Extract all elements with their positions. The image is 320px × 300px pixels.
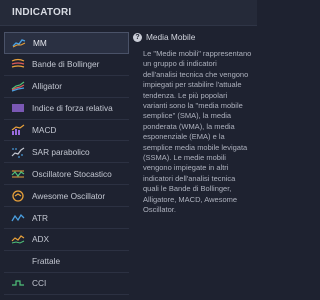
indicator-label: CCI xyxy=(32,278,47,289)
indicator-label: Alligator xyxy=(32,81,62,92)
indicator-item-macd[interactable]: MACD xyxy=(4,120,129,142)
adx-icon xyxy=(11,233,25,245)
indicator-item-adx[interactable]: ADX xyxy=(4,229,129,251)
indicator-item-mm[interactable]: MM xyxy=(4,32,129,54)
indicator-item-cci[interactable]: CCI xyxy=(4,273,129,295)
indicator-label: SAR parabolico xyxy=(32,146,90,157)
indicator-item-rsi[interactable]: Indice di forza relativa xyxy=(4,98,129,120)
indicator-label: Frattale xyxy=(32,256,61,267)
moving-average-icon xyxy=(12,37,26,49)
macd-icon xyxy=(11,124,25,136)
indicator-label: Oscillatore Stocastico xyxy=(32,168,112,179)
sar-icon xyxy=(11,146,25,158)
indicator-label: ADX xyxy=(32,234,50,245)
question-icon: ? xyxy=(133,32,142,42)
atr-icon xyxy=(11,212,25,224)
alligator-icon xyxy=(11,80,25,92)
indicator-label: Awesome Oscillator xyxy=(32,190,106,201)
rsi-icon xyxy=(11,102,25,114)
indicator-item-alligator[interactable]: Alligator xyxy=(4,76,129,98)
indicator-info-panel: ? Media Mobile Le "Medie mobili" rappres… xyxy=(133,32,253,216)
info-title: Media Mobile xyxy=(146,32,196,42)
info-header: ? Media Mobile xyxy=(133,32,253,42)
indicator-item-sar[interactable]: SAR parabolico xyxy=(4,141,129,164)
fractal-icon xyxy=(11,255,25,267)
indicator-label: ATR xyxy=(32,212,48,223)
stochastic-icon xyxy=(11,168,25,180)
indicator-label: MM xyxy=(33,37,47,48)
indicator-item-atr[interactable]: ATR xyxy=(4,207,129,230)
indicator-item-stochastic[interactable]: Oscillatore Stocastico xyxy=(4,163,129,186)
indicator-label: Indice di forza relativa xyxy=(32,103,113,114)
bollinger-icon xyxy=(11,58,25,70)
indicator-item-bollinger[interactable]: Bande di Bollinger xyxy=(4,54,129,76)
indicator-list: MM Bande di Bollinger Alligator Indice d… xyxy=(4,32,129,295)
panel-title: INDICATORI xyxy=(12,7,72,18)
cci-icon xyxy=(11,277,25,289)
indicator-item-fractal[interactable]: Frattale xyxy=(4,251,129,273)
indicator-item-awesome-oscillator[interactable]: Awesome Oscillator xyxy=(4,185,129,208)
panel-header: INDICATORI xyxy=(0,0,257,26)
indicator-label: MACD xyxy=(32,125,57,135)
awesome-oscillator-icon xyxy=(11,190,25,202)
info-description: Le "Medie mobili" rappresentano un grupp… xyxy=(143,49,252,215)
indicator-label: Bande di Bollinger xyxy=(32,59,100,70)
